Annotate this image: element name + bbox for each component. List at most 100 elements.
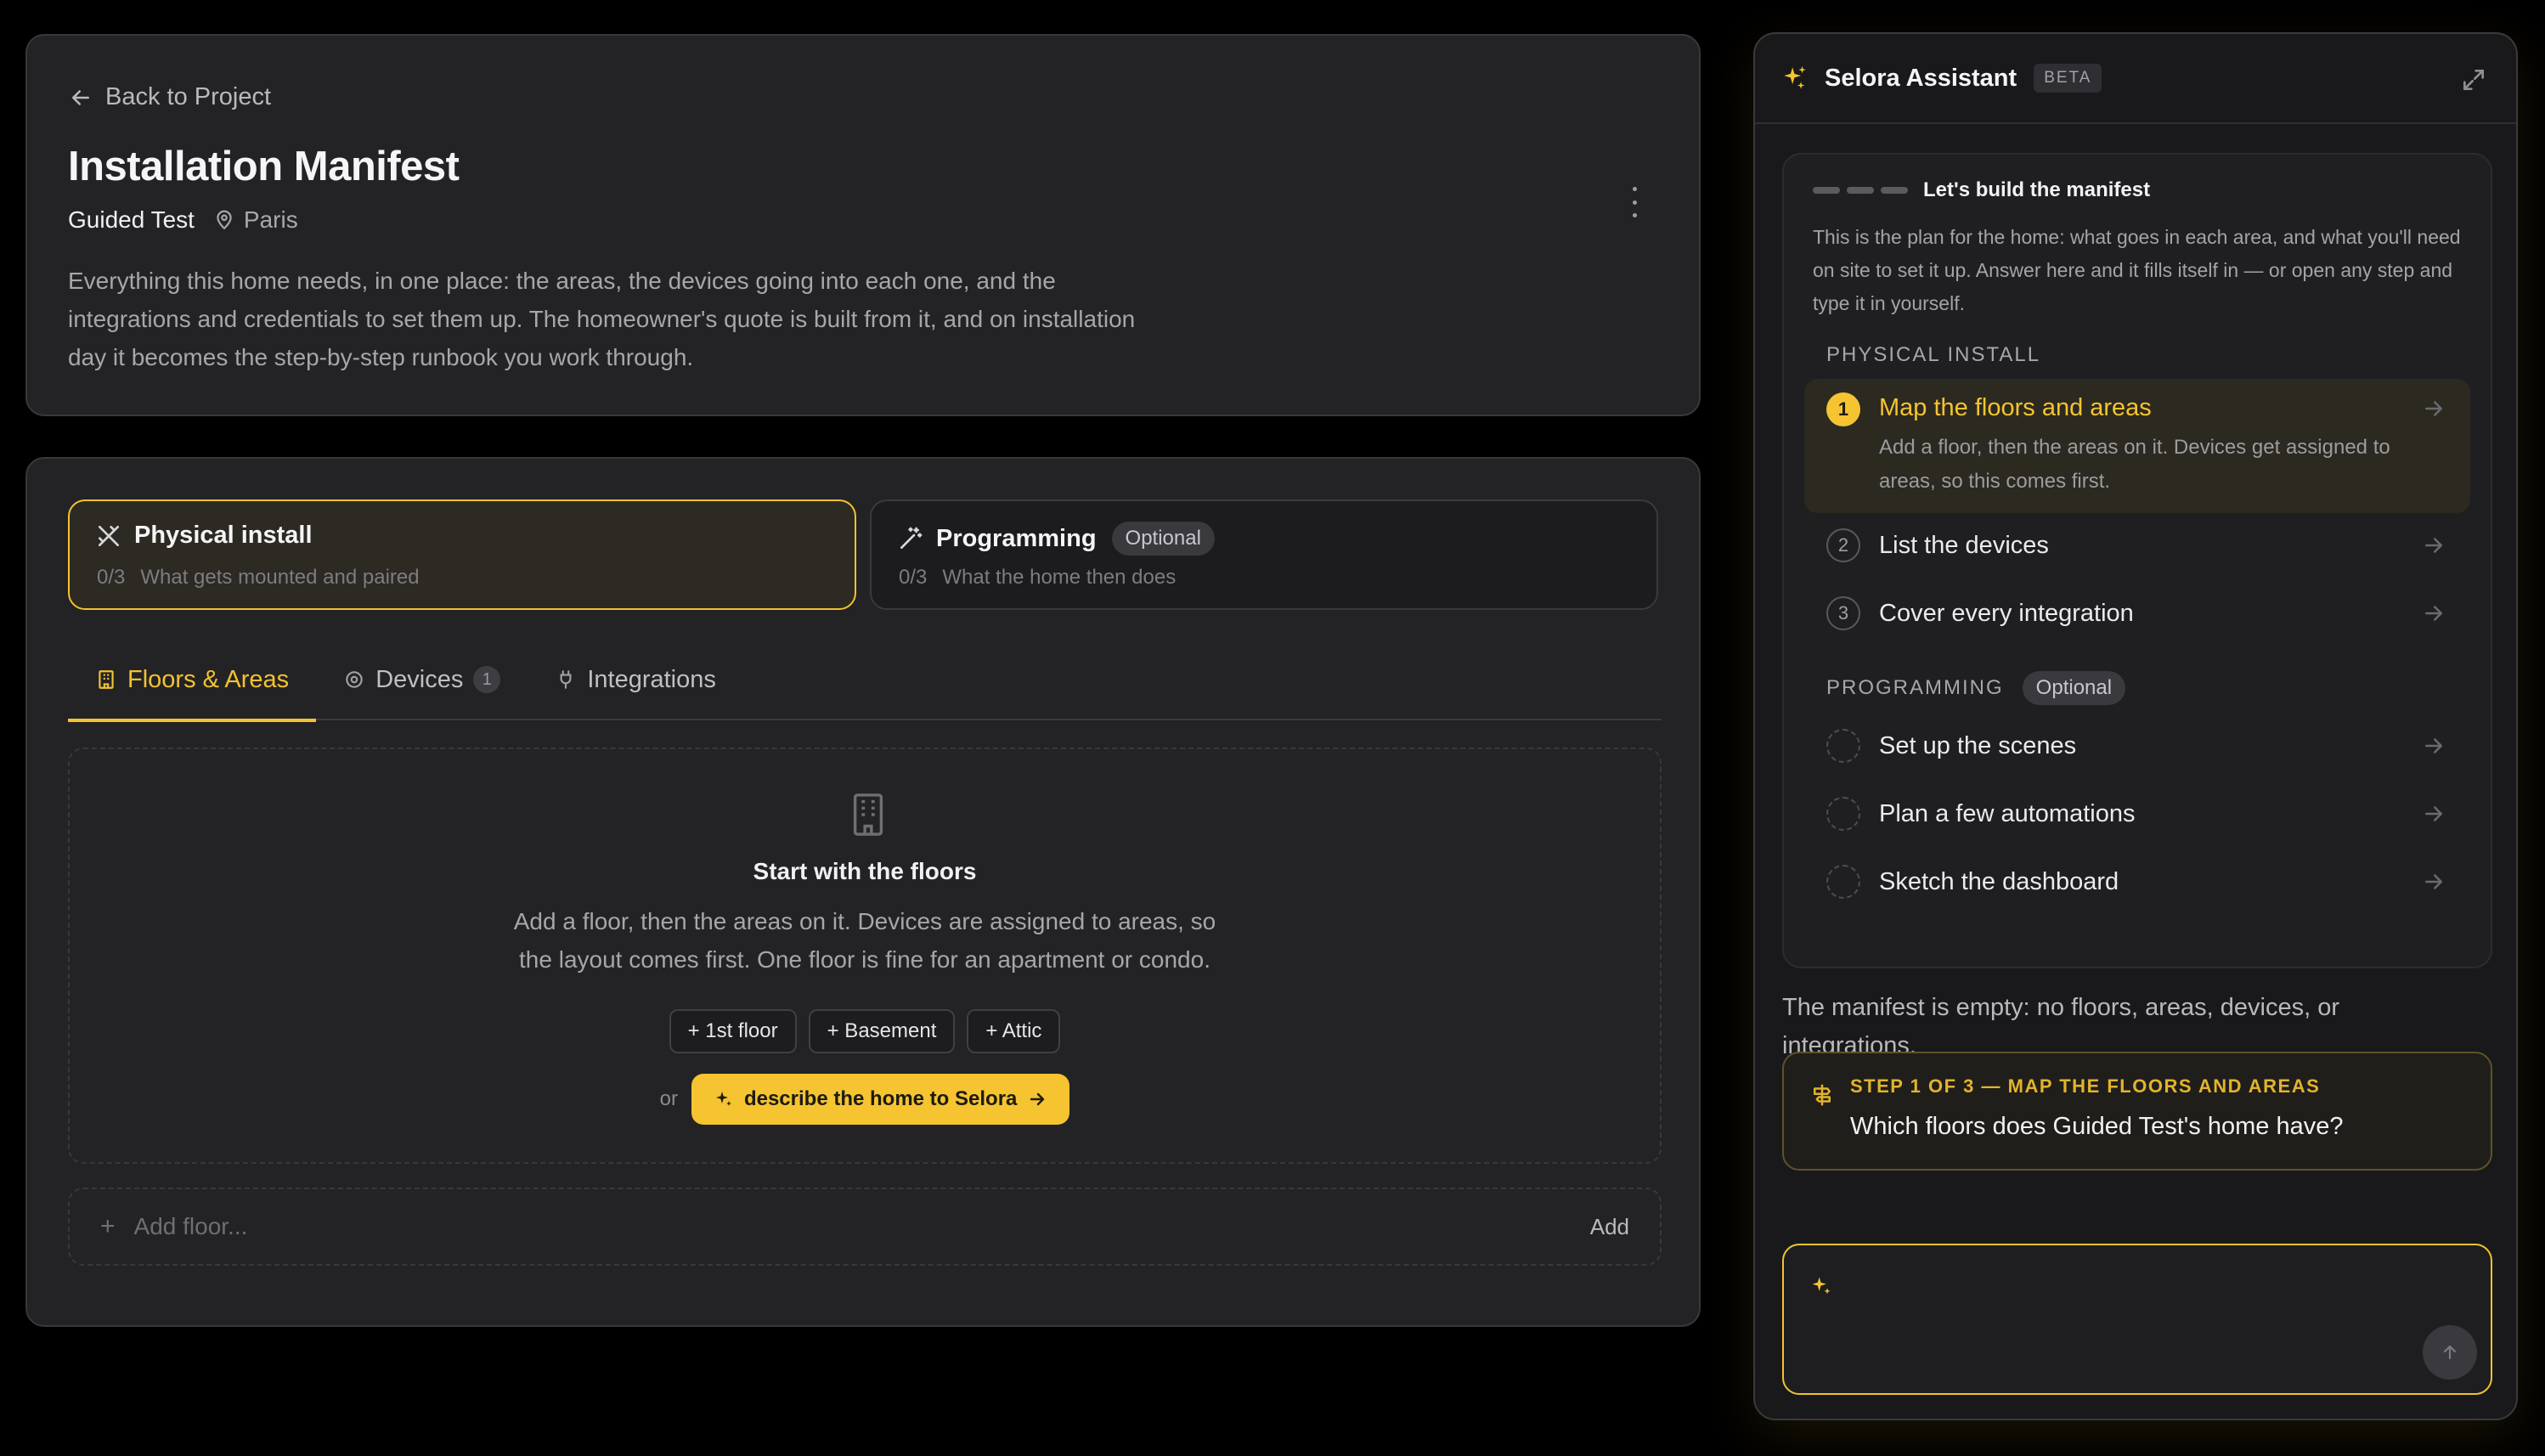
building-icon [99,670,114,689]
arrow-right-icon [2425,874,2442,889]
question-text: Which floors does Guided Test's home hav… [1850,1113,2344,1140]
step-circle [1826,797,1860,831]
describe-label: describe the home to Selora [743,1087,1018,1110]
describe-home-button[interactable]: describe the home to Selora [691,1074,1070,1125]
empty-state-title: Start with the floors [753,858,977,884]
assistant-composer [1782,1244,2492,1395]
back-to-project-link[interactable]: Back to Project [68,83,271,111]
location-label: Paris [243,206,298,233]
step-label: List the devices [1879,531,2049,559]
building-icon [853,793,883,836]
step-dashboard[interactable]: Sketch the dashboard [1804,851,2470,912]
add-attic-button[interactable]: + Attic [967,1009,1061,1053]
tab-devices[interactable]: Devices 1 [316,639,528,720]
expand-icon[interactable] [2460,66,2487,93]
signpost-icon [1814,1084,1831,1106]
project-location: Paris [213,206,298,234]
question-step-label: STEP 1 OF 3 — MAP THE FLOORS AND AREAS [1850,1075,2321,1097]
tab-label: Integrations [587,665,716,693]
stage-title: Physical install [134,522,313,549]
add-1st-floor-button[interactable]: + 1st floor [669,1009,797,1053]
tab-label: Devices [375,665,464,693]
sparkle-icon [1812,1277,1831,1295]
chip-icon [346,671,363,688]
map-pin-icon [217,210,232,230]
stage-title: Programming [936,524,1097,552]
arrow-up-icon [2443,1345,2457,1360]
back-label: Back to Project [105,83,272,110]
project-name: Guided Test [68,206,195,233]
tab-label: Floors & Areas [127,665,290,693]
programming-label: PROGRAMMING Optional [1826,671,2126,705]
assistant-header: Selora Assistant BETA [1755,34,2516,124]
tools-icon [99,525,119,546]
optional-badge: Optional [2022,671,2126,705]
plug-icon [560,670,572,689]
or-label: or [659,1087,678,1110]
more-menu-icon[interactable] [1626,187,1643,217]
step-automations[interactable]: Plan a few automations [1804,783,2470,844]
optional-badge: Optional [1111,522,1215,556]
page-title: Installation Manifest [68,144,460,189]
add-floor-input[interactable] [133,1213,1590,1240]
beta-badge: BETA [2034,64,2102,93]
plus-icon: + [100,1212,116,1240]
empty-state-description: Add a floor, then the areas on it. Devic… [70,902,1660,979]
add-floor-button[interactable]: Add [1590,1214,1629,1240]
assistant-title: Selora Assistant [1825,64,2017,92]
tab-floors-areas[interactable]: Floors & Areas [68,639,317,722]
header-card: Back to Project Installation Manifest Gu… [25,34,1701,416]
plan-intro: This is the plan for the home: what goes… [1813,226,2461,314]
empty-state: Start with the floors Add a floor, then … [68,748,1662,1164]
step-number: 1 [1826,392,1860,426]
sparkle-icon [1784,65,1806,89]
step-label: Sketch the dashboard [1879,867,2119,895]
empty-state-line: the layout comes first. One floor is fin… [519,946,1210,973]
empty-state-line: Add a floor, then the areas on it. Devic… [513,908,1216,934]
wand-icon [900,527,923,549]
arrow-right-icon [1030,1092,1045,1106]
arrow-right-icon [2425,806,2442,821]
progress-dashes [1813,187,1908,194]
plan-card: Let's build the manifest This is the pla… [1782,153,2492,968]
step-circle [1826,865,1860,899]
step-label: Map the floors and areas [1879,394,2152,421]
step-label: Plan a few automations [1879,799,2136,827]
arrow-right-icon [2425,538,2442,553]
step-label: Cover every integration [1879,599,2134,627]
tab-integrations[interactable]: Integrations [528,639,743,720]
step-number: 3 [1826,596,1860,630]
arrow-right-icon [2425,738,2442,753]
page-description: Everything this home needs, in one place… [68,268,1136,370]
plan-title: Let's build the manifest [1923,178,2151,201]
sparkle-icon [715,1092,731,1106]
question-card: STEP 1 OF 3 — MAP THE FLOORS AND AREAS W… [1782,1052,2492,1171]
quick-add-row: + 1st floor + Basement + Attic [70,1009,1660,1053]
add-floor-row: + Add [68,1188,1662,1266]
stage-programming[interactable]: Programming Optional 0/3 What the home t… [870,499,1658,610]
step-list-devices[interactable]: 2 List the devices [1804,515,2470,576]
manifest-card: Physical install 0/3 What gets mounted a… [25,457,1701,1327]
manifest-tabs: Floors & Areas Devices 1 Integrations [68,639,1662,722]
step-scenes[interactable]: Set up the scenes [1804,715,2470,776]
arrow-right-icon [2425,401,2442,416]
step-map-floors[interactable]: 1 Map the floors and areas Add a floor, … [1804,379,2470,513]
physical-install-label: PHYSICAL INSTALL [1826,343,2041,366]
stage-progress: 0/3 [899,566,928,589]
send-button[interactable] [2423,1325,2477,1380]
stage-progress: 0/3 [97,566,126,589]
stage-subtitle: What the home then does [942,566,1177,589]
arrow-right-icon [2425,606,2442,621]
add-basement-button[interactable]: + Basement [808,1009,956,1053]
assistant-panel: Selora Assistant BETA Let's build the ma… [1753,32,2518,1420]
step-description: Add a floor, then the areas on it. Devic… [1879,436,2390,493]
stage-physical-install[interactable]: Physical install 0/3 What gets mounted a… [68,499,856,610]
arrow-left-icon [72,89,89,105]
step-label: Set up the scenes [1879,731,2077,759]
stage-subtitle: What gets mounted and paired [140,566,420,589]
step-circle [1826,729,1860,763]
devices-count-badge: 1 [473,666,501,693]
step-cover-integrations[interactable]: 3 Cover every integration [1804,583,2470,644]
project-meta: Guided Test Paris [68,206,298,234]
assistant-message-input[interactable] [1850,1266,2428,1308]
